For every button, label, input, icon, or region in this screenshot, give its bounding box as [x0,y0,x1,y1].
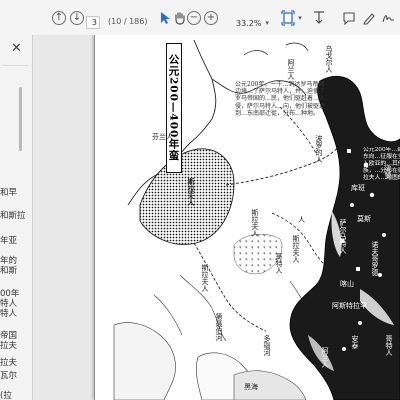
map-label: 斯拉夫人 [251,209,259,237]
map-label: 阿斯特拉罕 [332,302,367,310]
map-label: 匈奴人 [372,87,380,108]
arrow-down-icon: ↓ [70,11,84,25]
comment-icon [343,12,355,25]
map-label: 喀山 [340,280,354,288]
plus-icon: + [204,11,218,25]
map-label: 多瑙河 [263,335,271,356]
sign-button[interactable] [382,9,396,27]
map-title: 公元200—400年蛮 [166,43,182,173]
hand-tool-button[interactable] [173,9,186,27]
chevron-down-icon: ▾ [265,19,269,27]
outline-item[interactable]: (拉 [0,389,12,400]
select-tool-button[interactable] [159,9,171,27]
comment-button[interactable] [342,9,356,27]
sidebar-divider [2,65,28,66]
hand-icon [175,12,185,25]
outline-item[interactable]: 特人 [0,307,17,319]
map-label: 黑海 [244,383,258,391]
arrow-up-icon: ↑ [52,11,66,25]
map-label: 诺夫哥罗德 [371,241,379,276]
document-viewport[interactable]: * [33,35,400,400]
pdf-toolbar: ↑ ↓ 3 (10 / 186) − + 33.2% ▾ ▾ [0,0,400,36]
outline-sidebar: ✕ 和早 和斯拉 年亚 年的 和斯 00年 特人 特人 帝国 拉夫 拉夫 瓦尔 … [0,35,33,400]
map-label: 乌戈尔人 [325,45,333,73]
map-label: 斯拉夫人 [187,178,196,206]
river [153,294,183,336]
map-label: 哥特人 [275,253,283,274]
map-label: 安泰 [351,335,359,349]
outline-item[interactable]: 拉夫 [0,339,17,351]
map-label: 阿兰人 [287,59,295,80]
map-label: 第聂伯河 [215,313,223,341]
zoom-out-button[interactable]: − [187,9,201,27]
map-caption: 公元200年，一千…到达罗马帝国边境…了萨尔马特人，并…迫使了罗马帝国的…民，他… [235,81,325,117]
outline-item[interactable]: 和斯拉 [0,209,26,221]
zoom-level-dropdown[interactable]: 33.2% ▾ [236,15,269,31]
zoom-in-button[interactable]: + [204,9,218,27]
outline-item[interactable]: 瓦尔 [0,369,17,381]
scroll-mode-icon [314,11,324,24]
outline-item[interactable]: 和斯 [0,264,17,276]
outline-item[interactable]: 和早 [0,186,17,198]
map-label: 人 [298,216,305,224]
sidebar-scrollbar[interactable] [19,87,22,151]
page-number-input[interactable]: 3 [86,16,100,29]
map-label: 库班 [351,184,365,192]
previous-page-button[interactable]: ↑ [52,9,66,27]
fit-options-chevron-icon[interactable]: ▾ [296,9,304,27]
map-label: 萨尔马特人 [339,219,347,254]
fit-page-icon [281,10,295,26]
minus-icon: − [187,11,201,25]
cursor-arrow-icon [161,12,170,24]
scroll-mode-button[interactable] [312,9,326,27]
signature-icon [382,15,394,23]
map-label: 阿兰人 [321,347,329,368]
page-count: (10 / 186) [108,17,148,26]
map-label: 莫斯 [357,215,371,223]
map-label: 斯拉夫人 [201,264,209,292]
next-page-button[interactable]: ↓ [70,9,84,27]
map-legend-text: 公元200年…部落，由东向…征服在多瑙…进入欧亚的…其他民族，…分布在德涅…斯拉… [363,147,400,181]
map-label: 梁赞 [384,165,392,179]
pen-icon [363,13,375,25]
map-label: 芬兰人 [152,133,173,141]
highlight-pen-button[interactable] [362,9,376,27]
map-label: 哥特人 [385,335,393,356]
close-icon[interactable]: ✕ [11,41,22,56]
outline-item[interactable]: 年亚 [0,234,17,246]
pdf-page: * [94,35,400,400]
zoom-level-value: 33.2% [236,18,262,28]
fit-page-button[interactable] [281,9,295,27]
outline-item[interactable]: 拉夫 [0,356,17,368]
map-label: 斯拉夫人 [292,235,300,263]
map-label: 波罗的人 [315,135,323,163]
